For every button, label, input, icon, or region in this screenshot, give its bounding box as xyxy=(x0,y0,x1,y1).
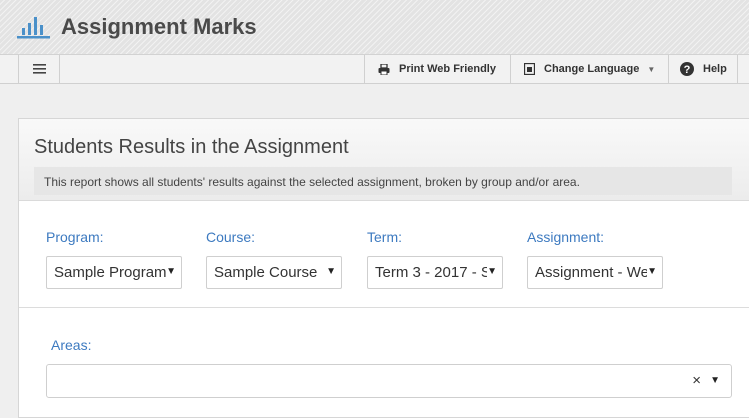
bar-chart-icon xyxy=(17,17,50,39)
areas-label: Areas: xyxy=(51,337,92,353)
print-web-friendly-button[interactable]: Print Web Friendly xyxy=(364,55,510,83)
chevron-down-icon: ▼ xyxy=(487,266,497,277)
language-label: Change Language xyxy=(544,63,640,75)
course-value: Sample Course xyxy=(214,264,318,281)
panel-header: Students Results in the Assignment This … xyxy=(19,119,749,201)
change-language-button[interactable]: Change Language ▼ xyxy=(510,55,668,83)
panel-description: This report shows all students' results … xyxy=(34,167,732,195)
areas-select[interactable]: × ▼ xyxy=(46,364,732,398)
report-panel: Students Results in the Assignment This … xyxy=(18,118,749,418)
menu-button[interactable] xyxy=(18,55,60,83)
printer-icon xyxy=(378,63,390,75)
clear-icon[interactable]: × xyxy=(692,372,701,389)
svg-text:?: ? xyxy=(684,64,691,76)
help-label: Help xyxy=(703,63,727,75)
chevron-down-icon: ▼ xyxy=(647,266,657,277)
page-title: Assignment Marks xyxy=(61,14,257,39)
hamburger-icon xyxy=(32,64,46,74)
course-label: Course: xyxy=(206,229,256,245)
help-button[interactable]: ? Help xyxy=(668,55,738,83)
assignment-select[interactable]: Assignment - Week 1 ▼ xyxy=(527,256,663,289)
course-select[interactable]: Sample Course ▼ xyxy=(206,256,342,289)
chevron-down-icon: ▼ xyxy=(166,266,176,277)
term-select[interactable]: Term 3 - 2017 - Sep ▼ xyxy=(367,256,503,289)
term-label: Term: xyxy=(367,229,402,245)
assignment-label: Assignment: xyxy=(527,229,605,245)
panel-title: Students Results in the Assignment xyxy=(34,136,349,158)
chevron-down-icon[interactable]: ▼ xyxy=(710,375,720,386)
toolbar: Print Web Friendly Change Language ▼ ? H… xyxy=(0,55,749,84)
language-icon xyxy=(524,63,535,75)
print-label: Print Web Friendly xyxy=(399,63,496,75)
term-value: Term 3 - 2017 - Sep xyxy=(375,264,487,281)
assignment-value: Assignment - Week 1 xyxy=(535,264,647,281)
program-label: Program: xyxy=(46,229,104,245)
help-icon: ? xyxy=(680,62,694,76)
chevron-down-icon: ▼ xyxy=(326,266,336,277)
app-header: Assignment Marks xyxy=(0,0,749,55)
divider xyxy=(19,307,749,308)
chevron-down-icon: ▼ xyxy=(647,64,656,74)
program-value: Sample Program xyxy=(54,264,166,281)
program-select[interactable]: Sample Program ▼ xyxy=(46,256,182,289)
